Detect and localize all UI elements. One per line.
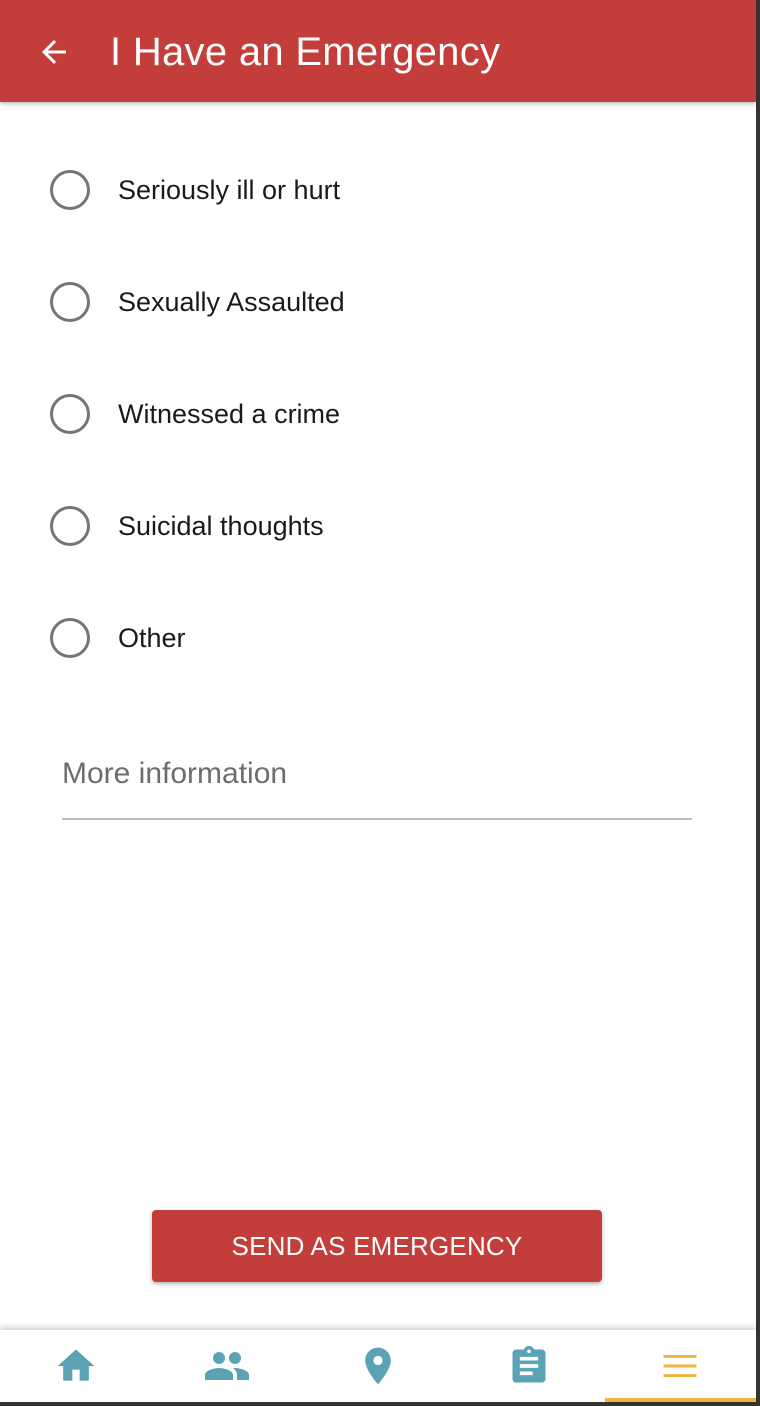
send-as-emergency-button[interactable]: SEND AS EMERGENCY bbox=[152, 1210, 602, 1282]
people-icon bbox=[204, 1352, 249, 1380]
nav-location[interactable] bbox=[302, 1330, 453, 1402]
nav-menu[interactable] bbox=[604, 1330, 756, 1402]
page-title: I Have an Emergency bbox=[110, 30, 501, 74]
option-suicidal-thoughts[interactable]: Suicidal thoughts bbox=[0, 470, 756, 582]
nav-home[interactable] bbox=[0, 1330, 151, 1402]
option-other[interactable]: Other bbox=[0, 582, 756, 694]
radio-button[interactable] bbox=[50, 282, 90, 322]
option-label: Seriously ill or hurt bbox=[118, 175, 341, 205]
radio-button[interactable] bbox=[50, 618, 90, 658]
back-button[interactable] bbox=[30, 30, 78, 74]
option-sexually-assaulted[interactable]: Sexually Assaulted bbox=[0, 246, 756, 358]
nav-people[interactable] bbox=[151, 1330, 302, 1402]
radio-button[interactable] bbox=[50, 506, 90, 546]
radio-button[interactable] bbox=[50, 394, 90, 434]
option-seriously-ill[interactable]: Seriously ill or hurt bbox=[0, 134, 756, 246]
option-label: Suicidal thoughts bbox=[118, 511, 324, 541]
menu-icon bbox=[663, 1355, 697, 1377]
app-screen: I Have an Emergency Seriously ill or hur… bbox=[0, 0, 756, 1402]
clipboard-icon bbox=[512, 1345, 546, 1383]
option-label: Witnessed a crime bbox=[118, 399, 341, 429]
arrow-left-icon bbox=[42, 40, 66, 64]
home-icon bbox=[57, 1349, 94, 1381]
option-witnessed-crime[interactable]: Witnessed a crime bbox=[0, 358, 756, 470]
more-information-field-wrapper bbox=[62, 730, 692, 822]
option-label: Other bbox=[118, 623, 186, 653]
location-pin-icon bbox=[365, 1347, 391, 1385]
radio-button[interactable] bbox=[50, 170, 90, 210]
emergency-options: Seriously ill or hurt Sexually Assaulted… bbox=[0, 134, 756, 694]
nav-reports[interactable] bbox=[454, 1330, 605, 1402]
option-label: Sexually Assaulted bbox=[118, 287, 345, 317]
app-bar: I Have an Emergency bbox=[0, 0, 756, 102]
more-information-input[interactable] bbox=[62, 730, 692, 820]
bottom-navigation bbox=[0, 1330, 756, 1402]
